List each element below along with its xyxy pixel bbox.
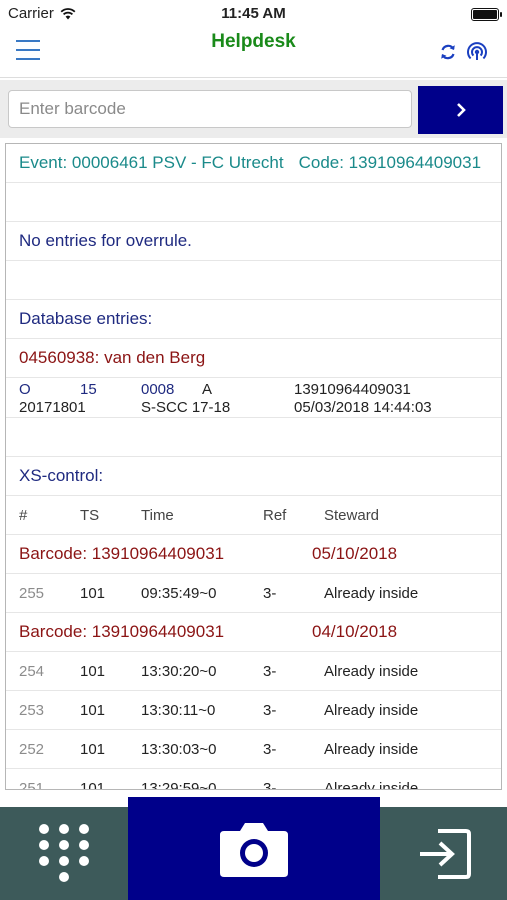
clock: 11:45 AM [221, 5, 286, 22]
table-row[interactable]: 254 101 13:30:20~0 3- Already inside [6, 652, 501, 691]
camera-scan-button[interactable] [128, 797, 380, 900]
keypad-icon [39, 823, 89, 882]
submit-barcode-button[interactable] [418, 86, 503, 134]
barcode-group-header: Barcode: 13910964409031 05/10/2018 [6, 535, 501, 574]
bottom-toolbar [0, 797, 507, 900]
event-row: Event: 00006461 PSV - FC Utrecht Code: 1… [6, 144, 501, 183]
xs-control-heading: XS-control: [6, 457, 501, 496]
sign-in-icon [419, 828, 471, 879]
barcode-input[interactable] [8, 90, 412, 128]
table-row[interactable]: 253 101 13:30:11~0 3- Already inside [6, 691, 501, 730]
empty-row [6, 418, 501, 457]
empty-row [6, 261, 501, 300]
wireless-icon[interactable] [467, 42, 487, 62]
event-code: Code: 13910964409031 [298, 153, 482, 172]
page-title: Helpdesk [211, 31, 296, 52]
status-bar: Carrier 11:45 AM [0, 0, 507, 28]
xs-table-header: # TS Time Ref Steward [6, 496, 501, 535]
event-info: Event: 00006461 PSV - FC Utrecht [19, 153, 284, 172]
barcode-group-header: Barcode: 13910964409031 04/10/2018 [6, 613, 501, 652]
empty-row [6, 183, 501, 222]
table-row[interactable]: 255 101 09:35:49~0 3- Already inside [6, 574, 501, 613]
database-person: 04560938: van den Berg [6, 339, 501, 378]
login-exit-button[interactable] [380, 807, 507, 900]
camera-icon [220, 822, 288, 877]
battery-icon [471, 8, 502, 21]
keypad-button[interactable] [0, 807, 128, 900]
table-row[interactable]: 252 101 13:30:03~0 3- Already inside [6, 730, 501, 769]
chevron-right-icon [456, 103, 466, 117]
overrule-message: No entries for overrule. [6, 222, 501, 261]
database-heading: Database entries: [6, 300, 501, 339]
barcode-search-bar [0, 80, 507, 138]
nav-bar: Helpdesk [0, 28, 507, 78]
helpdesk-results-panel: Event: 00006461 PSV - FC Utrecht Code: 1… [5, 143, 502, 790]
refresh-icon[interactable] [438, 42, 458, 62]
table-row[interactable]: 251 101 13:29:59~0 3- Already inside [6, 769, 501, 790]
database-entry-details: O 15 0008 A 13910964409031 20171801 S-SC… [6, 378, 501, 418]
